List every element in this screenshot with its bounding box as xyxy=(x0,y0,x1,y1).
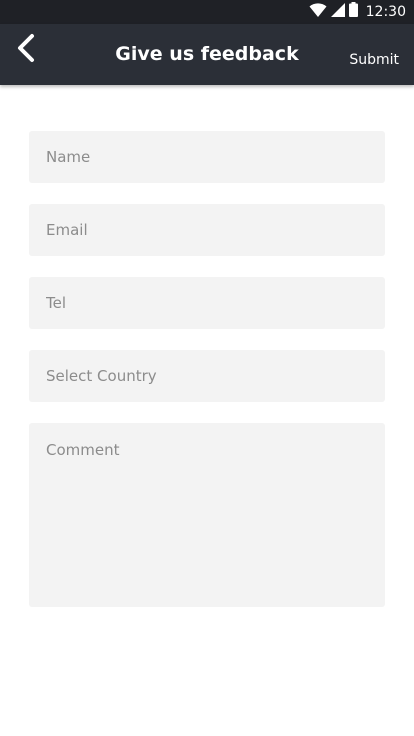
submit-button[interactable]: Submit xyxy=(349,24,399,85)
chevron-left-icon xyxy=(15,33,37,68)
app-bar: Give us feedback Submit xyxy=(0,24,414,85)
name-field[interactable] xyxy=(29,131,385,183)
comment-field[interactable] xyxy=(29,423,385,607)
country-select[interactable] xyxy=(29,350,385,402)
status-time: 12:30 xyxy=(365,4,406,20)
wifi-icon xyxy=(309,2,327,23)
tel-field[interactable] xyxy=(29,277,385,329)
battery-icon xyxy=(348,2,358,22)
back-button[interactable] xyxy=(10,33,42,68)
email-field[interactable] xyxy=(29,204,385,256)
feedback-form xyxy=(29,131,385,607)
cellular-signal-icon xyxy=(330,2,345,22)
status-icons: 12:30 xyxy=(309,0,406,24)
status-bar: 12:30 xyxy=(0,0,414,24)
